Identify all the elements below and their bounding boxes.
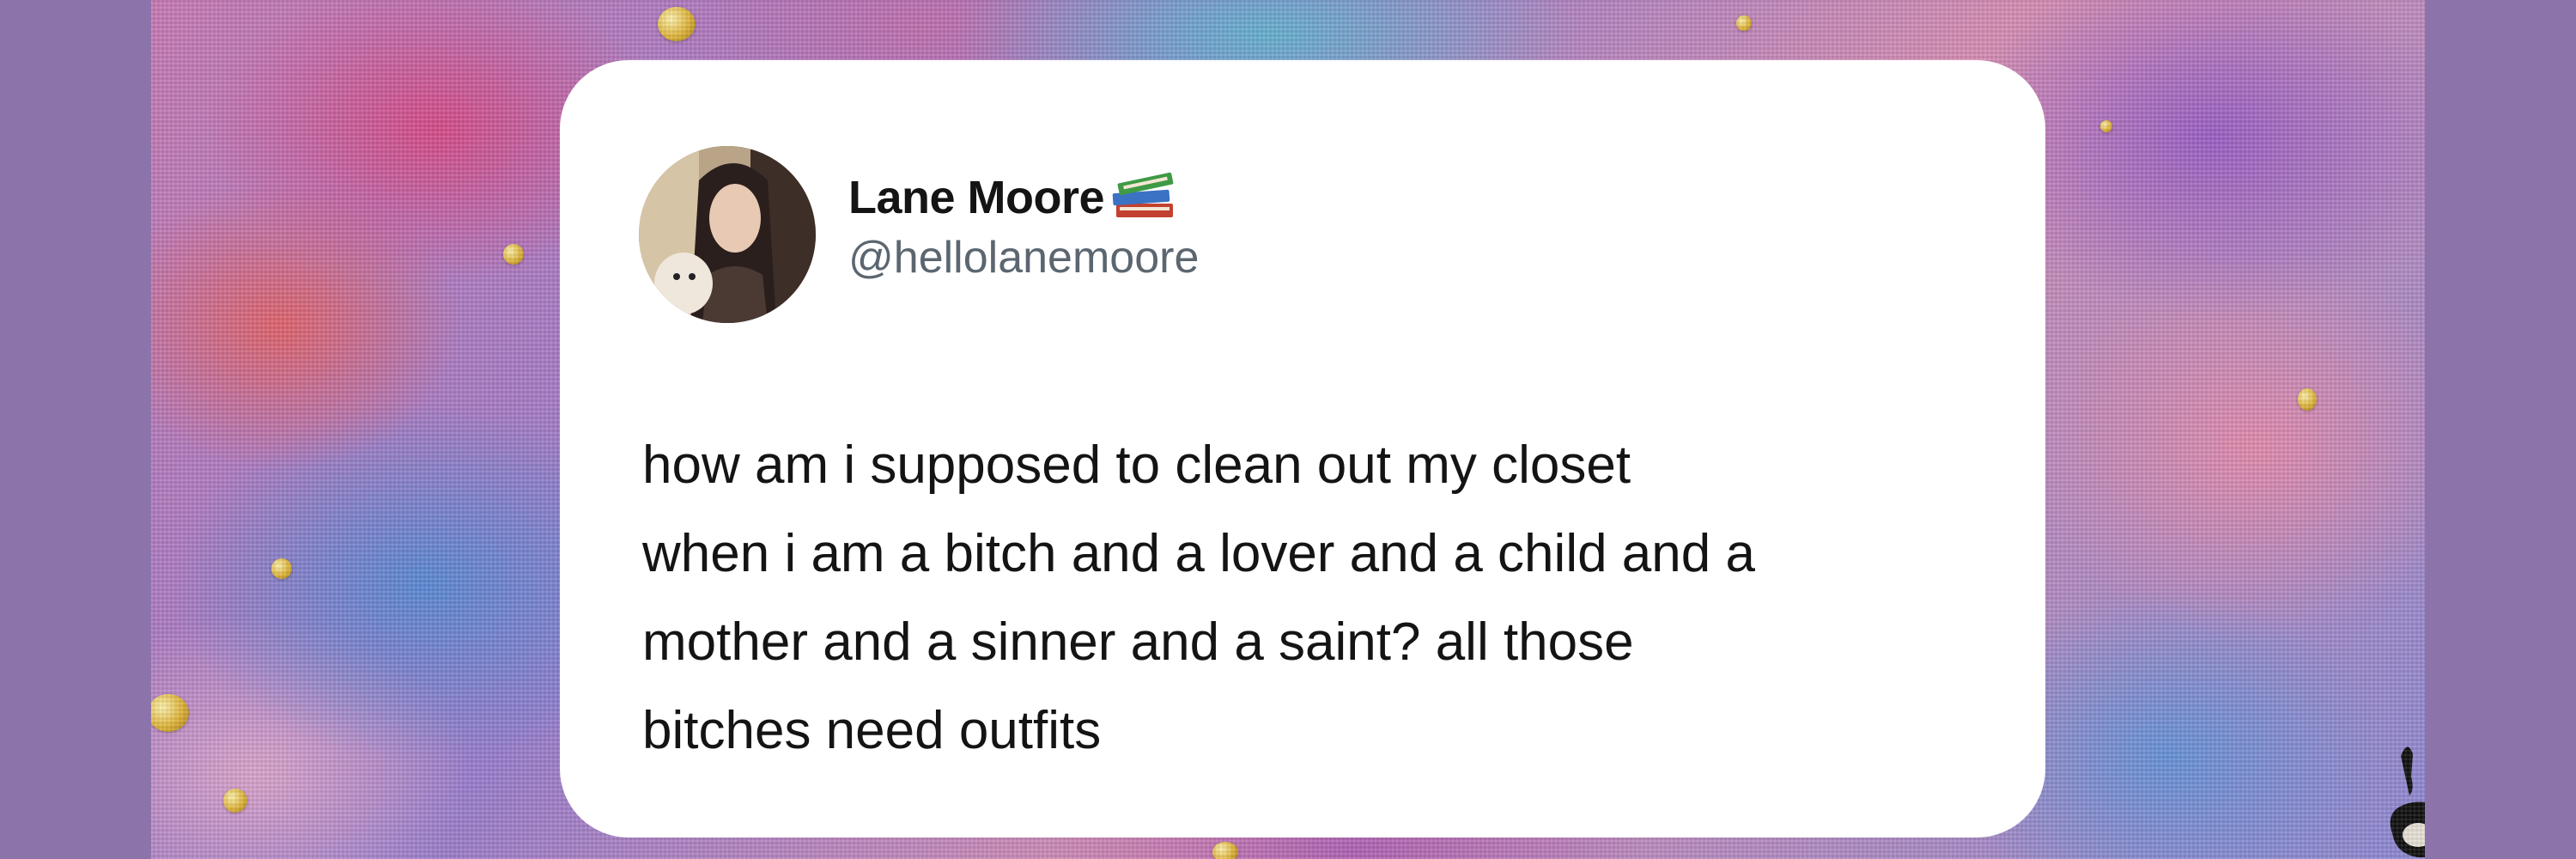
tweet-text: how am i supposed to clean out my closet… bbox=[642, 421, 2033, 775]
author-name[interactable]: Lane Moore bbox=[848, 171, 1105, 224]
gold-dot bbox=[658, 7, 696, 41]
gold-dot bbox=[2100, 120, 2112, 132]
bird-silhouette-decoration bbox=[2390, 746, 2425, 858]
gold-dot bbox=[223, 789, 247, 813]
tweet-card: Lane Moore @hellolanemoore how am i supp… bbox=[560, 60, 2045, 838]
tweet-line: mother and a sinner and a saint? all tho… bbox=[642, 612, 1634, 672]
tweet-line: how am i supposed to clean out my closet bbox=[642, 436, 1631, 495]
avatar-photo bbox=[639, 146, 816, 323]
outer-frame: Lane Moore @hellolanemoore how am i supp… bbox=[0, 0, 2576, 859]
gold-dot bbox=[2298, 388, 2317, 411]
tweet-line: when i am a bitch and a lover and a chil… bbox=[642, 524, 1755, 583]
gold-dot bbox=[1212, 842, 1238, 859]
avatar[interactable] bbox=[639, 146, 816, 323]
author-name-row: Lane Moore bbox=[848, 163, 1178, 232]
books-icon bbox=[1112, 172, 1174, 217]
author-handle[interactable]: @hellolanemoore bbox=[848, 232, 1199, 283]
tweet-line: bitches need outfits bbox=[642, 701, 1102, 760]
gold-dot bbox=[1736, 15, 1752, 31]
gold-dot bbox=[271, 558, 292, 579]
gold-dot bbox=[503, 244, 524, 265]
gold-dot bbox=[151, 694, 189, 732]
